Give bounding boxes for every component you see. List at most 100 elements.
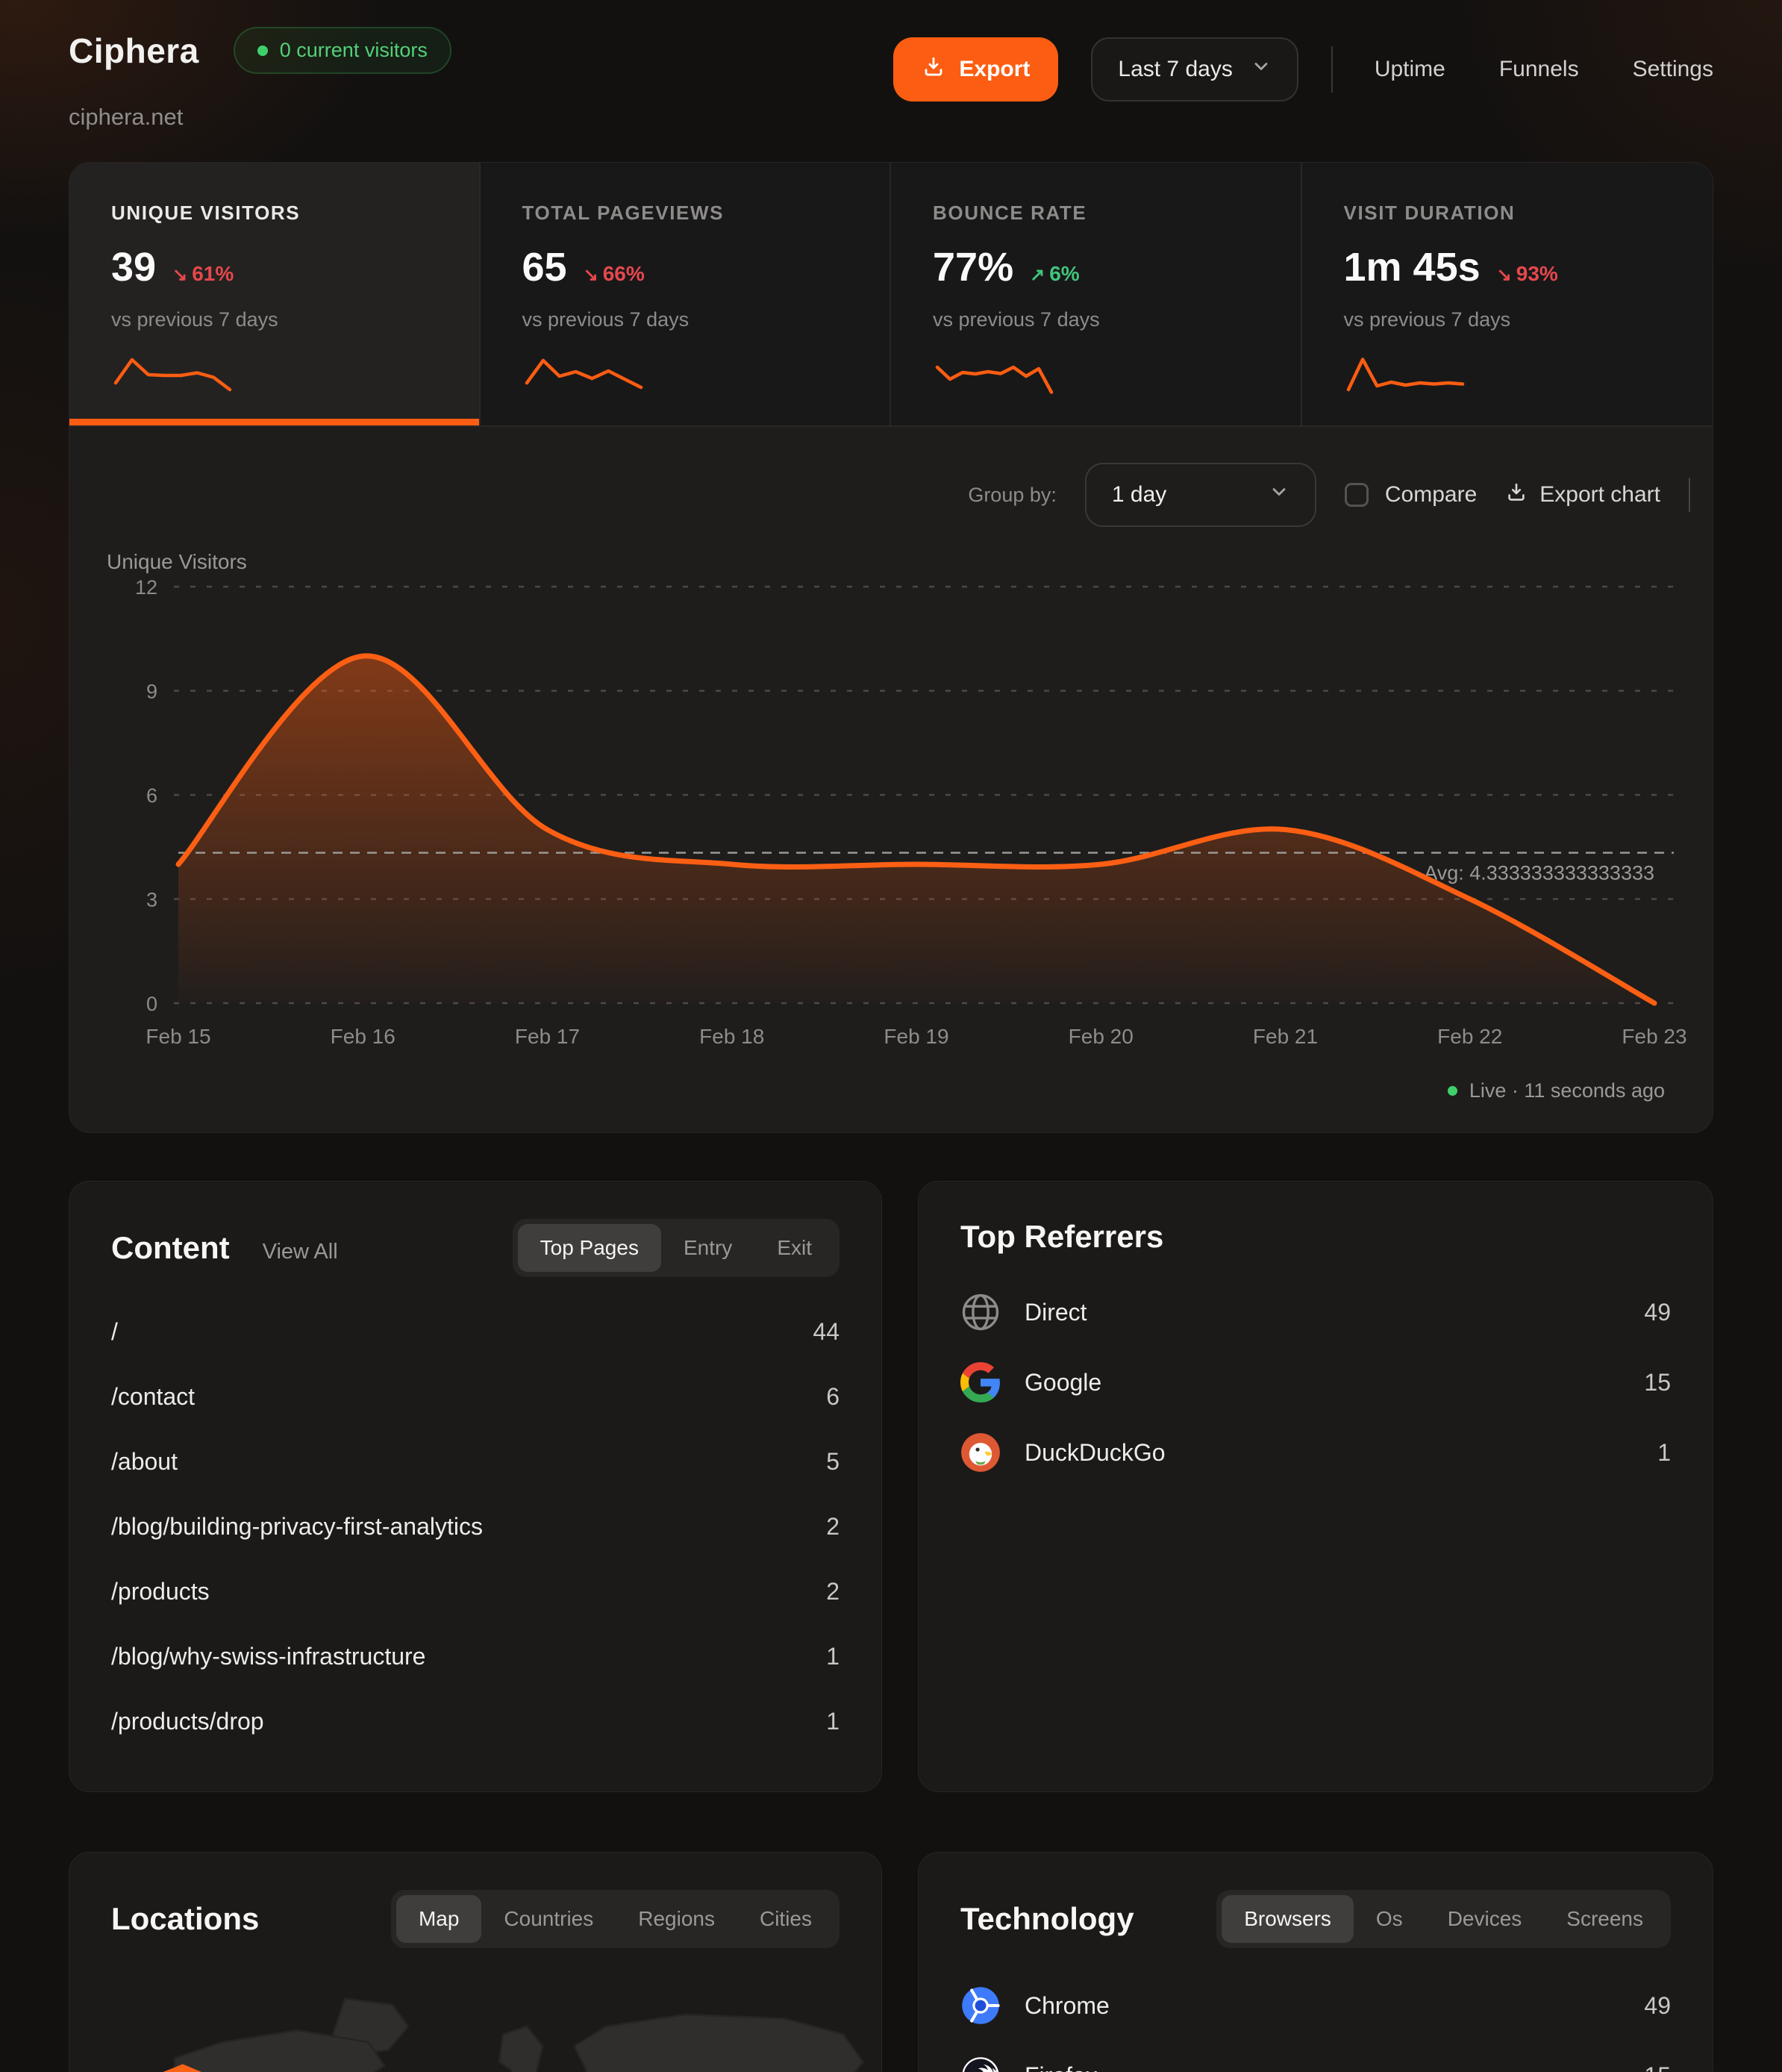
chevron-down-icon [1251,56,1272,83]
header-divider [1331,46,1333,93]
content-tabs: Top PagesEntryExit [513,1219,840,1277]
stat-label: UNIQUE VISITORS [111,202,437,225]
live-dot-icon [1448,1086,1457,1096]
page-count: 1 [826,1643,840,1670]
date-range-value: Last 7 days [1118,57,1232,82]
source-name: Chrome [1025,1992,1620,2020]
chart-section: Group by: 1 day Compare Export chart Uni… [69,427,1713,1132]
source-name: Firefox [1025,2062,1620,2072]
date-range-dropdown[interactable]: Last 7 days [1091,37,1298,102]
stat-delta: ↗6% [1030,262,1080,286]
google-icon [960,1362,1001,1402]
content-row[interactable]: /products2 [111,1559,840,1624]
view-all-link[interactable]: View All [263,1240,338,1264]
referrer-row[interactable]: Direct49 [960,1277,1671,1347]
trend-arrow-icon: ↘ [1497,264,1512,286]
firefox-icon [960,2056,1001,2072]
page-count: 1 [826,1708,840,1735]
tab-entry[interactable]: Entry [661,1224,754,1272]
stat-card-total-pageviews[interactable]: TOTAL PAGEVIEWS 65 ↘66% vs previous 7 da… [481,163,892,425]
content-row[interactable]: /blog/building-privacy-first-analytics2 [111,1494,840,1559]
trend-arrow-icon: ↘ [172,264,187,286]
svg-text:12: 12 [135,576,157,599]
tab-cities[interactable]: Cities [737,1895,834,1943]
stat-card-visit-duration[interactable]: VISIT DURATION 1m 45s ↘93% vs previous 7… [1302,163,1713,425]
source-name: Direct [1025,1299,1620,1326]
svg-text:Feb 21: Feb 21 [1253,1025,1318,1048]
stat-card-unique-visitors[interactable]: UNIQUE VISITORS 39 ↘61% vs previous 7 da… [69,163,481,425]
tab-map[interactable]: Map [396,1895,481,1943]
tab-browsers[interactable]: Browsers [1222,1895,1354,1943]
export-chart-button[interactable]: Export chart [1505,481,1660,509]
export-chart-label: Export chart [1539,482,1660,508]
svg-text:Feb 22: Feb 22 [1437,1025,1502,1048]
tab-devices[interactable]: Devices [1425,1895,1545,1943]
compare-label: Compare [1385,482,1477,508]
tab-screens[interactable]: Screens [1544,1895,1666,1943]
nav-link-settings[interactable]: Settings [1633,57,1713,82]
chart-controls: Group by: 1 day Compare Export chart [69,427,1713,527]
main-nav: Uptime Funnels Settings [1375,57,1713,82]
svg-text:Feb 19: Feb 19 [884,1025,948,1048]
sparkline-chart [111,351,234,397]
tab-exit[interactable]: Exit [754,1224,834,1272]
dashboard-page: Ciphera 0 current visitors ciphera.net E… [0,0,1782,2072]
stat-compare-label: vs previous 7 days [111,308,437,331]
source-count: 15 [1644,2062,1671,2072]
stat-card-bounce-rate[interactable]: BOUNCE RATE 77% ↗6% vs previous 7 days [891,163,1302,425]
referrer-row[interactable]: DuckDuckGo 1 [960,1417,1671,1488]
compare-toggle[interactable]: Compare [1345,482,1477,508]
page-count: 6 [826,1383,840,1411]
svg-text:Feb 16: Feb 16 [331,1025,396,1048]
page-path: / [111,1318,118,1346]
group-by-select[interactable]: 1 day [1085,463,1316,527]
stat-compare-label: vs previous 7 days [1344,308,1672,331]
content-row[interactable]: /blog/why-swiss-infrastructure1 [111,1624,840,1689]
locations-tabs: MapCountriesRegionsCities [391,1890,840,1948]
stat-value: 65 [522,244,567,290]
chrome-icon [960,1985,1001,2026]
stat-delta: ↘61% [172,262,234,286]
content-row[interactable]: /contact6 [111,1364,840,1429]
sparkline-chart [933,351,1056,397]
tab-countries[interactable]: Countries [481,1895,616,1943]
trend-arrow-icon: ↘ [584,264,598,286]
analytics-card: UNIQUE VISITORS 39 ↘61% vs previous 7 da… [69,162,1713,1133]
nav-link-funnels[interactable]: Funnels [1499,57,1579,82]
download-icon [922,54,945,84]
svg-text:3: 3 [146,889,157,911]
world-map[interactable] [92,1975,859,2072]
technology-row[interactable]: Chrome 49 [960,1970,1671,2041]
current-visitors-label: 0 current visitors [280,39,428,62]
technology-panel-title: Technology [960,1901,1134,1937]
checkbox-icon[interactable] [1345,483,1369,507]
stat-compare-label: vs previous 7 days [933,308,1259,331]
sparkline-chart [1344,351,1467,397]
tab-os[interactable]: Os [1354,1895,1425,1943]
content-row[interactable]: / 44 [111,1299,840,1364]
source-name: DuckDuckGo [1025,1439,1634,1467]
export-button-label: Export [959,57,1030,82]
content-list: / 44/contact6/about5/blog/building-privac… [111,1299,840,1754]
source-count: 1 [1657,1439,1671,1467]
stat-delta-value: 61% [192,262,234,286]
nav-link-uptime[interactable]: Uptime [1375,57,1445,82]
trend-arrow-icon: ↗ [1030,264,1045,286]
technology-row[interactable]: Firefox 15 [960,2041,1671,2072]
page-path: /products [111,1578,210,1606]
page-count: 44 [813,1318,840,1346]
visitors-line-chart: Unique Visitors036912Feb 15Feb 16Feb 17F… [69,527,1713,1079]
tab-top-pages[interactable]: Top Pages [518,1224,661,1272]
source-count: 49 [1644,1992,1671,2020]
content-row[interactable]: /products/drop1 [111,1689,840,1754]
export-button[interactable]: Export [893,37,1058,102]
referrer-row[interactable]: Google15 [960,1347,1671,1417]
duckduckgo-icon [960,1432,1001,1473]
technology-panel: Technology BrowsersOsDevicesScreens Chro… [918,1852,1713,2072]
content-row[interactable]: /about5 [111,1429,840,1494]
tab-regions[interactable]: Regions [616,1895,737,1943]
svg-text:Feb 20: Feb 20 [1069,1025,1134,1048]
technology-list: Chrome 49 Firefox 15 [960,1970,1671,2072]
site-domain: ciphera.net [69,104,451,131]
stat-delta-value: 6% [1049,262,1079,286]
